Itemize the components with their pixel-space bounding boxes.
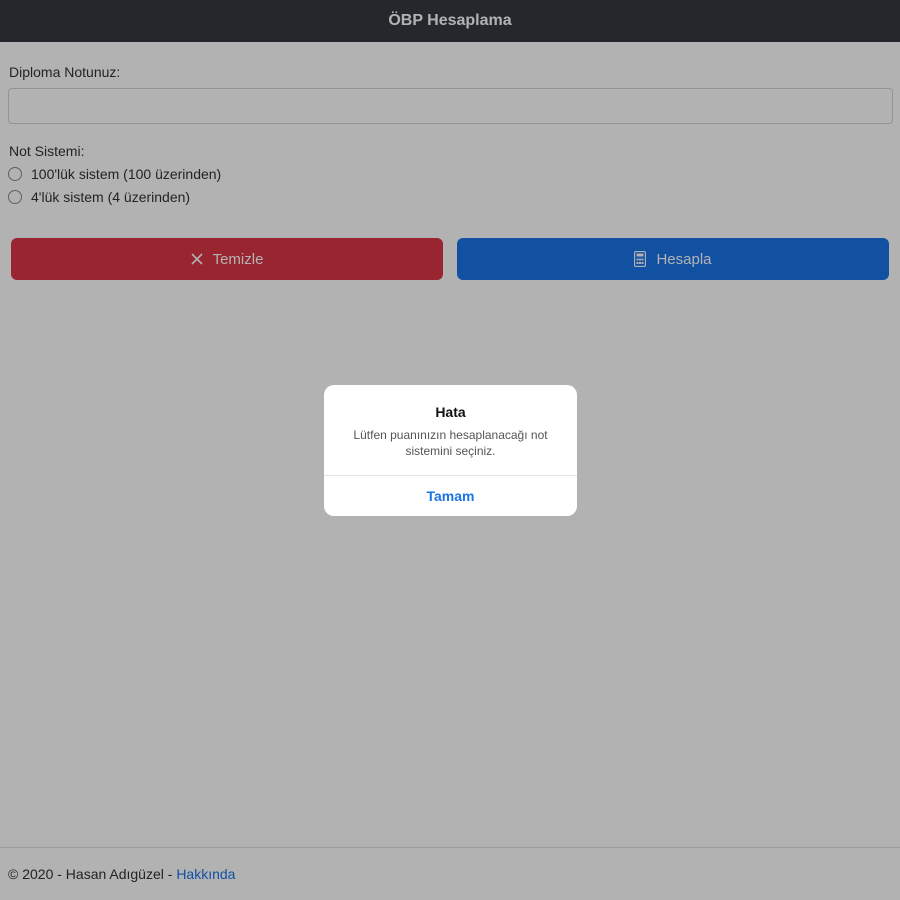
ok-button[interactable]: Tamam [324,476,577,516]
error-dialog: Hata Lütfen puanınızın hesaplanacağı not… [324,385,577,516]
dialog-message: Lütfen puanınızın hesaplanacağı not sist… [353,428,548,458]
dialog-title: Hata [435,404,466,420]
